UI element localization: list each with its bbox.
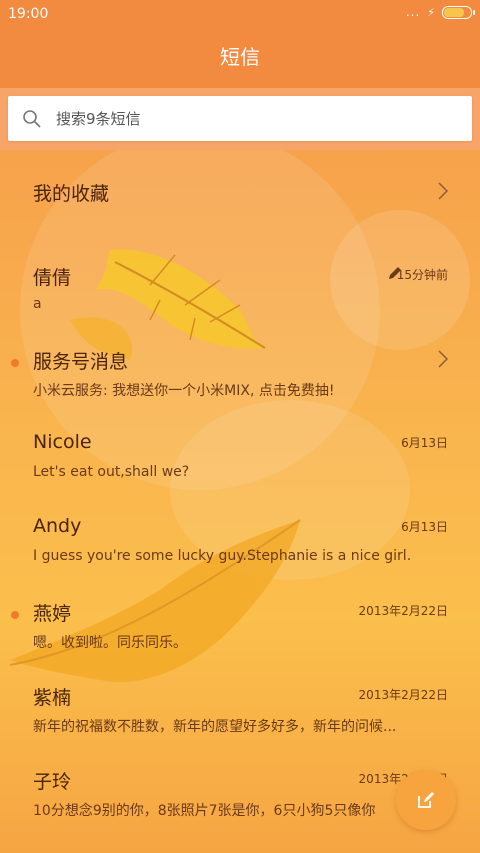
conversation-date: 2013年2月22日: [358, 604, 448, 618]
battery-icon: [442, 5, 475, 19]
conversation-row[interactable]: 服务号消息 小米云服务: 我想送你一个小米MIX, 点击免费抽!: [0, 318, 480, 402]
conversation-row[interactable]: Nicole Let's eat out,shall we? 6月13日: [0, 402, 480, 486]
conversation-name: 紫楠: [33, 687, 72, 709]
compose-button[interactable]: [396, 770, 456, 830]
page-title: 短信: [0, 28, 480, 88]
conversation-preview: 嗯。收到啦。同乐同乐。: [33, 635, 187, 651]
conversation-preview: Let's eat out,shall we?: [33, 464, 190, 480]
unread-dot: [11, 611, 19, 619]
chevron-right-icon: [438, 350, 448, 368]
conversation-preview: a: [33, 296, 42, 312]
conversation-name: Andy: [33, 515, 82, 537]
search-icon: [23, 109, 41, 128]
conversation-preview: I guess you're some lucky guy.Stephanie …: [33, 548, 412, 564]
status-bar: 19:00 ... ⚡: [0, 0, 480, 28]
conversation-name: 子玲: [33, 771, 72, 793]
search-field[interactable]: [8, 96, 472, 141]
more-dots-icon: ...: [405, 5, 421, 19]
conversation-row[interactable]: 紫楠 新年的祝福数不胜数，新年的愿望好多好多，新年的问候... 2013年2月2…: [0, 654, 480, 738]
conversation-date: 2013年2月22日: [358, 688, 448, 702]
conversation-date: 6月13日: [401, 520, 448, 534]
conversation-row[interactable]: Andy I guess you're some lucky guy.Steph…: [0, 486, 480, 570]
conversation-preview: 小米云服务: 我想送你一个小米MIX, 点击免费抽!: [33, 383, 335, 399]
unread-dot: [11, 359, 19, 367]
favorites-row[interactable]: 我的收藏: [0, 150, 480, 234]
conversation-name: 燕婷: [33, 603, 72, 625]
conversation-preview: 新年的祝福数不胜数，新年的愿望好多好多，新年的问候...: [33, 719, 397, 735]
conversation-row[interactable]: 燕婷 嗯。收到啦。同乐同乐。 2013年2月22日: [0, 570, 480, 654]
conversation-date: 6月13日: [401, 436, 448, 450]
conversation-name: 倩倩: [33, 267, 72, 289]
compose-icon: [418, 792, 434, 808]
search-input[interactable]: [54, 108, 438, 129]
charging-icon: ⚡: [427, 5, 435, 19]
conversation-name: Nicole: [33, 431, 92, 453]
conversation-name: 我的收藏: [33, 183, 110, 205]
status-icons: ... ⚡: [405, 5, 475, 19]
conversation-name: 服务号消息: [33, 351, 129, 373]
conversation-date: 15分钟前: [396, 268, 448, 282]
conversation-row[interactable]: 倩倩 a 15分钟前: [0, 234, 480, 318]
status-time: 19:00: [8, 6, 49, 22]
search-bar: [0, 88, 480, 150]
chevron-right-icon: [438, 182, 448, 200]
conversation-preview: 10分想念9别的你，8张照片7张是你，6只小狗5只像你: [33, 803, 376, 819]
